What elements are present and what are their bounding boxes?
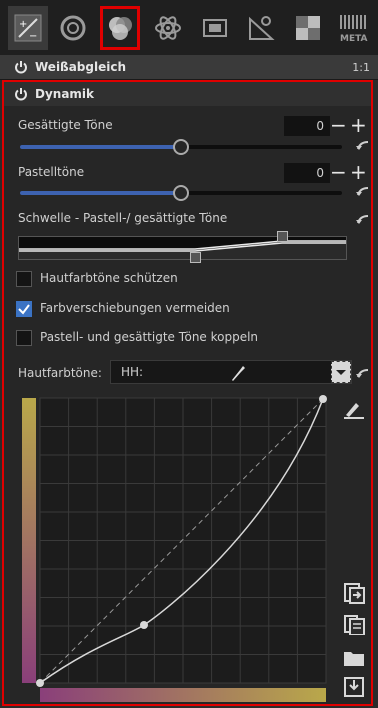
save-curve-icon[interactable] xyxy=(342,675,366,697)
pastel-increment-button[interactable]: + xyxy=(350,162,367,182)
skin-tones-dropdown-button[interactable] xyxy=(331,361,351,383)
color-icon xyxy=(109,17,132,40)
threshold-curve xyxy=(19,240,346,259)
load-curve-icon[interactable] xyxy=(342,582,366,604)
curve-point[interactable] xyxy=(319,395,327,403)
threshold-label: Schwelle - Pastell-/ gesättigte Töne xyxy=(18,211,228,225)
saturated-value[interactable]: 0 xyxy=(284,116,330,136)
power-icon[interactable] xyxy=(14,87,28,101)
reset-icon[interactable] xyxy=(356,139,370,151)
edit-curve-icon[interactable] xyxy=(342,397,366,419)
svg-text:+: + xyxy=(19,19,27,30)
metadata-icon: META xyxy=(340,15,368,43)
saturated-label: Gesättigte Töne xyxy=(18,118,113,132)
details-icon xyxy=(60,15,86,41)
saturated-increment-button[interactable]: + xyxy=(350,115,367,135)
saturated-decrement-button[interactable]: − xyxy=(330,115,347,135)
color-tab[interactable] xyxy=(100,6,140,50)
transform-icon xyxy=(203,19,227,37)
paste-curve-icon[interactable] xyxy=(342,613,366,635)
check-icon xyxy=(18,304,30,315)
link-pastel-saturated-checkbox[interactable] xyxy=(16,330,32,346)
pastel-slider-fill xyxy=(20,191,181,195)
protect-skin-tones-label: Hautfarbtöne schützen xyxy=(40,271,178,285)
avoid-color-shift-checkbox[interactable] xyxy=(16,301,32,317)
pastel-slider-knob[interactable] xyxy=(173,185,189,201)
advanced-tab[interactable] xyxy=(148,6,188,50)
reset-icon[interactable] xyxy=(356,213,370,225)
avoid-color-shift-label: Farbverschiebungen vermeiden xyxy=(40,301,230,315)
zoom-ratio: 1:1 xyxy=(352,60,370,74)
raw-tab[interactable] xyxy=(241,6,281,50)
metadata-label: META xyxy=(340,34,368,43)
saturated-slider-fill xyxy=(20,145,181,149)
raw-icon xyxy=(249,16,275,40)
curve-point[interactable] xyxy=(36,679,44,687)
pastel-value[interactable]: 0 xyxy=(284,163,330,183)
mask-tab[interactable] xyxy=(288,6,328,50)
exposure-icon: + − xyxy=(14,14,42,42)
open-folder-icon[interactable] xyxy=(342,646,366,668)
vibrance-title: Dynamik xyxy=(35,87,95,101)
protect-skin-tones-checkbox[interactable] xyxy=(16,271,32,287)
white-balance-header[interactable]: Weißabgleich 1:1 xyxy=(0,55,378,80)
pastel-label: Pastelltöne xyxy=(18,165,85,179)
advanced-icon xyxy=(155,16,181,40)
threshold-selector[interactable] xyxy=(18,231,347,263)
threshold-handle-low[interactable] xyxy=(190,252,201,263)
details-tab[interactable] xyxy=(53,6,93,50)
exposure-tab[interactable]: + − xyxy=(8,6,48,50)
power-icon[interactable] xyxy=(14,60,28,74)
pastel-decrement-button[interactable]: − xyxy=(330,162,347,182)
mask-icon xyxy=(296,16,320,40)
vertical-gradient-bar xyxy=(22,398,36,683)
reset-icon[interactable] xyxy=(356,185,370,197)
chevron-down-icon xyxy=(336,370,346,375)
tool-toolbar: + − META xyxy=(0,0,378,58)
skin-tones-curve[interactable] xyxy=(22,371,328,703)
metadata-tab[interactable]: META xyxy=(334,6,374,50)
svg-text:−: − xyxy=(29,31,37,42)
saturated-slider-knob[interactable] xyxy=(173,139,189,155)
reset-icon[interactable] xyxy=(356,367,370,379)
horizontal-gradient-bar xyxy=(40,688,326,702)
curve-point[interactable] xyxy=(140,621,148,629)
threshold-handle-high[interactable] xyxy=(277,231,288,242)
vibrance-header[interactable]: Dynamik xyxy=(4,82,371,106)
white-balance-title: Weißabgleich xyxy=(35,60,126,74)
link-pastel-saturated-label: Pastell- und gesättigte Töne koppeln xyxy=(40,330,259,344)
curve-editor[interactable] xyxy=(22,371,328,706)
transform-tab[interactable] xyxy=(195,6,235,50)
